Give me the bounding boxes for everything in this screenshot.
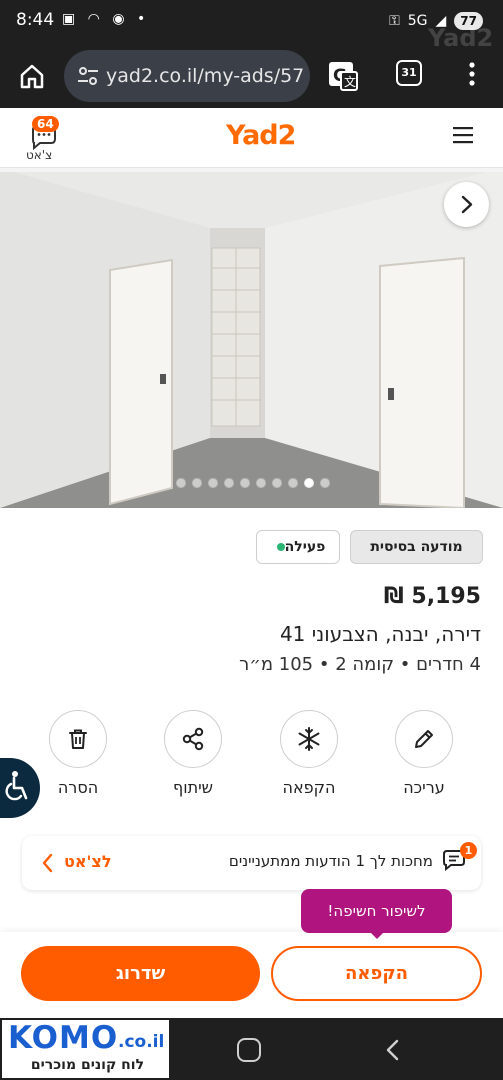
delete-action[interactable]: הסרה	[43, 710, 113, 800]
chevron-right-icon	[461, 195, 473, 214]
address: דירה, יבנה, הצבעוני 41	[279, 622, 481, 646]
status-label: פעילה	[284, 539, 326, 555]
gallery-dot[interactable]	[304, 478, 314, 488]
room-image	[0, 168, 503, 508]
share-label: שיתוף	[172, 778, 214, 797]
gallery-dot[interactable]	[240, 478, 250, 488]
tooltip-tail	[368, 930, 386, 939]
status-time: 8:44	[16, 10, 55, 30]
tabs-count-button[interactable]: 31	[396, 60, 422, 86]
unread-badge: 1	[460, 842, 477, 859]
delete-label: הסרה	[57, 778, 99, 797]
freeze-action[interactable]: הקפאה	[274, 710, 344, 800]
upgrade-button[interactable]: שדרוג	[21, 946, 260, 1001]
gallery-dot[interactable]	[208, 478, 218, 488]
gallery-dot[interactable]	[224, 478, 234, 488]
komo-name: KOMO	[8, 1020, 119, 1056]
chat-button[interactable]: 64 צ'אט	[24, 114, 64, 164]
gallery-dot[interactable]	[176, 478, 186, 488]
chat-count-badge: 64	[32, 116, 59, 132]
watermark: Yad2	[428, 24, 494, 52]
gallery-dot[interactable]	[192, 478, 202, 488]
komo-domain: .co.il	[118, 1032, 165, 1052]
address-bar[interactable]: yad2.co.il/my-ads/57	[64, 50, 310, 102]
notification-icons: ▣ ◠ ◉ •	[62, 11, 150, 27]
status-badge: פעילה	[256, 530, 340, 564]
edit-button[interactable]	[395, 710, 453, 768]
edit-label: עריכה	[403, 778, 445, 797]
freeze-button[interactable]	[280, 710, 338, 768]
share-icon	[182, 727, 204, 751]
chat-notice-text: מחכות לך 1 הודעות ממתעניינים	[228, 852, 433, 870]
property-details: 4 חדרים • קומה 2 • 105 מ״ר	[239, 654, 481, 675]
accessibility-button[interactable]	[0, 758, 40, 818]
site-settings-icon[interactable]	[76, 64, 100, 88]
komo-logo: KOMO .co.il לוח קונים מוכרים	[0, 1018, 171, 1080]
accessibility-icon	[5, 771, 28, 801]
svg-text:文: 文	[344, 74, 356, 89]
gallery-dot[interactable]	[256, 478, 266, 488]
next-photo-button[interactable]	[444, 182, 489, 227]
delete-button[interactable]	[49, 710, 107, 768]
price: 5,195 ₪	[383, 584, 481, 609]
snowflake-icon	[298, 727, 320, 751]
app-header: 64 צ'אט Yad2	[0, 108, 503, 168]
gallery-dot[interactable]	[288, 478, 298, 488]
chat-notice-card[interactable]: 1 מחכות לך 1 הודעות ממתעניינים לצ'אט	[22, 836, 481, 890]
share-button[interactable]	[164, 710, 222, 768]
komo-tagline: לוח קונים מוכרים	[30, 1057, 145, 1073]
go-to-chat-link[interactable]: לצ'אט	[64, 852, 112, 871]
exposure-tooltip: לשיפור חשיפה!	[301, 889, 452, 933]
network-label: 5G	[407, 13, 428, 29]
gallery-dot[interactable]	[272, 478, 282, 488]
translate-icon[interactable]: G 文	[327, 60, 359, 92]
share-action[interactable]: שיתוף	[158, 710, 228, 800]
ad-type-badge: מודעה בסיסית	[350, 530, 483, 564]
freeze-label: הקפאה	[282, 778, 336, 797]
gallery-dots	[176, 478, 330, 488]
key-icon: ⚿	[389, 13, 400, 29]
active-status-dot	[276, 543, 285, 551]
nav-back-icon[interactable]	[382, 1038, 404, 1062]
edit-action[interactable]: עריכה	[389, 710, 459, 800]
nav-home-icon[interactable]	[237, 1038, 261, 1062]
chat-label: צ'אט	[26, 148, 53, 162]
gallery-dot[interactable]	[320, 478, 330, 488]
trash-icon	[69, 729, 87, 749]
more-menu-icon[interactable]	[460, 58, 484, 90]
listing-photo[interactable]	[0, 168, 503, 508]
url-text: yad2.co.il/my-ads/57	[106, 65, 305, 87]
hamburger-menu-icon[interactable]	[451, 124, 475, 146]
browser-toolbar: yad2.co.il/my-ads/57 G 文 31	[0, 44, 503, 108]
yad2-logo[interactable]: Yad2	[226, 120, 296, 151]
chevron-left-icon	[42, 853, 53, 873]
home-icon[interactable]	[14, 58, 50, 94]
pencil-icon	[415, 730, 433, 748]
freeze-ad-button[interactable]: הקפאה	[271, 946, 482, 1001]
